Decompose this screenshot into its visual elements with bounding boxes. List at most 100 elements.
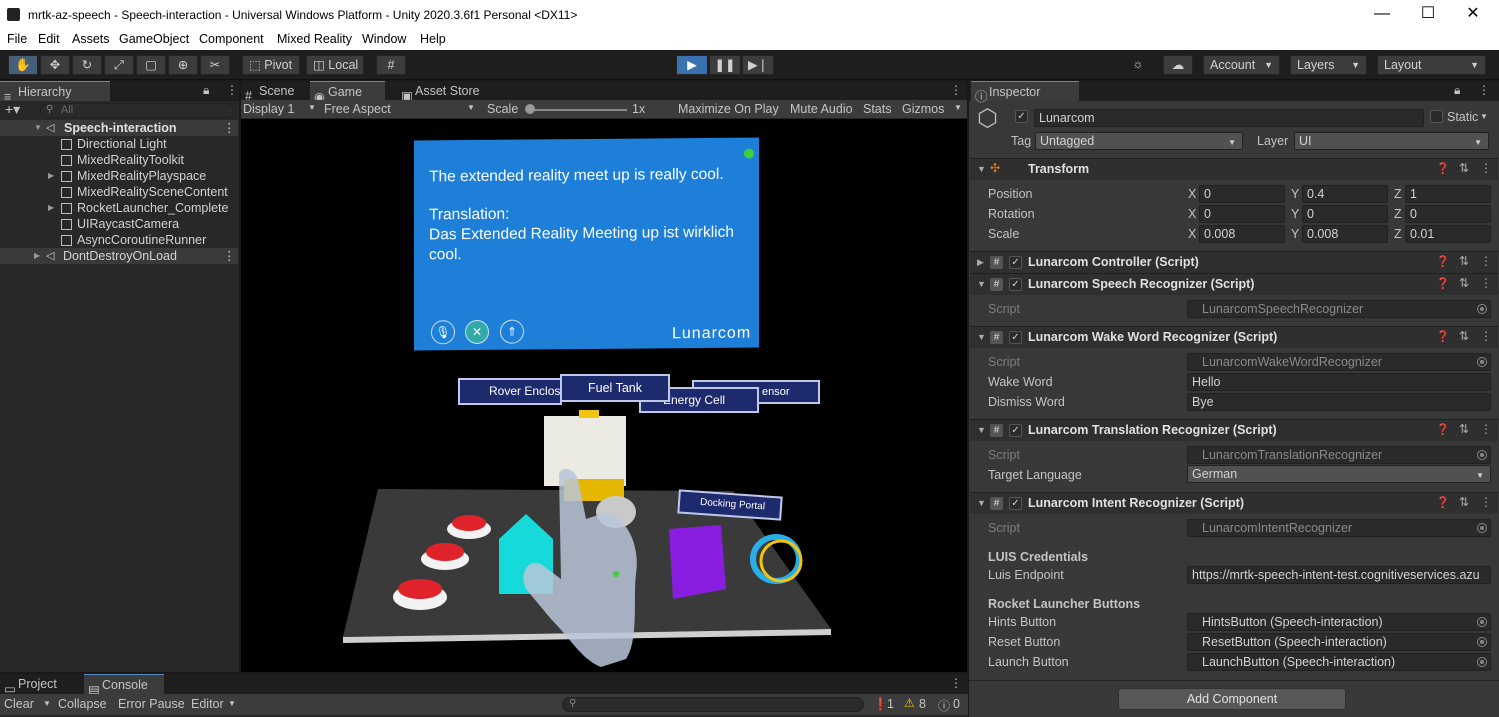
object-picker-icon[interactable]: [1477, 657, 1487, 667]
component-enabled-checkbox[interactable]: ✓: [1009, 256, 1022, 269]
layer-dropdown[interactable]: UI ▼: [1294, 132, 1489, 150]
foldout-arrow-icon[interactable]: ▼: [977, 279, 986, 289]
luis-endpoint-input[interactable]: https://mrtk-speech-intent-test.cognitiv…: [1187, 566, 1491, 584]
layers-dropdown[interactable]: Layers ▼: [1290, 55, 1367, 75]
scale-y-field[interactable]: 0.008: [1302, 225, 1388, 243]
display-dropdown[interactable]: Display 1: [243, 102, 294, 116]
preset-icon[interactable]: ⇅: [1459, 495, 1469, 509]
error-pause-toggle[interactable]: Error Pause: [118, 697, 185, 711]
help-icon[interactable]: ❓: [1436, 277, 1450, 290]
component-enabled-checkbox[interactable]: ✓: [1009, 331, 1022, 344]
kebab-menu-icon[interactable]: ⋮: [1480, 329, 1492, 343]
menu-component[interactable]: Component: [199, 30, 264, 46]
scale-tool-button[interactable]: ⤢: [104, 55, 134, 75]
mute-audio-toggle[interactable]: Mute Audio: [790, 102, 853, 116]
local-toggle[interactable]: ◫ Local: [306, 55, 364, 75]
gizmos-toggle[interactable]: Gizmos: [902, 102, 944, 116]
foldout-arrow-icon[interactable]: ▼: [977, 332, 986, 342]
expand-arrow-icon[interactable]: ▶: [34, 248, 40, 264]
preset-icon[interactable]: ⇅: [1459, 276, 1469, 290]
clear-button[interactable]: Clear: [4, 697, 34, 711]
play-button[interactable]: ▶: [676, 55, 708, 75]
minimize-button[interactable]: —: [1359, 0, 1405, 30]
kebab-menu-icon[interactable]: ⋮: [1480, 422, 1492, 436]
close-button[interactable]: ✕: [1450, 0, 1496, 30]
rotation-y-field[interactable]: 0: [1302, 205, 1388, 223]
menu-edit[interactable]: Edit: [38, 30, 60, 46]
kebab-menu-icon[interactable]: ⋮: [950, 676, 962, 690]
help-icon[interactable]: ❓: [1436, 255, 1450, 268]
maximize-on-play-toggle[interactable]: Maximize On Play: [678, 102, 779, 116]
kebab-menu-icon[interactable]: ⋮: [1480, 161, 1492, 175]
expand-arrow-icon[interactable]: ▶: [48, 200, 54, 216]
tab-project[interactable]: ▭ Project: [0, 674, 78, 696]
tab-console[interactable]: ▤ Console: [84, 674, 164, 697]
active-checkbox[interactable]: ✓: [1015, 110, 1028, 123]
tab-scene[interactable]: # Scene: [241, 81, 307, 103]
static-checkbox[interactable]: [1430, 110, 1443, 123]
help-icon[interactable]: ❓: [1436, 330, 1450, 343]
help-icon[interactable]: ❓: [1436, 423, 1450, 436]
help-icon[interactable]: ❓: [1436, 496, 1450, 509]
rotation-x-field[interactable]: 0: [1199, 205, 1285, 223]
info-icon[interactable]: ⓘ: [938, 697, 950, 714]
component-enabled-checkbox[interactable]: ✓: [1009, 278, 1022, 291]
tab-asset-store[interactable]: ▣ Asset Store: [397, 81, 497, 103]
aspect-dropdown[interactable]: Free Aspect: [324, 102, 391, 116]
foldout-arrow-icon[interactable]: ▼: [977, 425, 986, 435]
console-search-input[interactable]: ⚲: [562, 697, 864, 712]
warning-icon[interactable]: ⚠: [904, 696, 915, 710]
hierarchy-item[interactable]: UIRaycastCamera: [0, 216, 238, 232]
position-x-field[interactable]: 0: [1199, 185, 1285, 203]
pause-button[interactable]: ❚❚: [709, 55, 741, 75]
add-icon[interactable]: +▾: [5, 101, 20, 118]
object-picker-icon[interactable]: [1477, 617, 1487, 627]
kebab-menu-icon[interactable]: ⋮: [1480, 276, 1492, 290]
preset-icon[interactable]: ⇅: [1459, 422, 1469, 436]
kebab-menu-icon[interactable]: ⋮: [1478, 83, 1490, 97]
hierarchy-item[interactable]: ▶ RocketLauncher_Complete: [0, 200, 238, 216]
rotate-tool-button[interactable]: ↻: [72, 55, 102, 75]
reset-button-field[interactable]: ResetButton (Speech-interaction): [1187, 633, 1491, 651]
kebab-menu-icon[interactable]: ⋮: [223, 120, 236, 136]
kebab-menu-icon[interactable]: ⋮: [1480, 254, 1492, 268]
tab-hierarchy[interactable]: ≡ Hierarchy: [0, 81, 110, 104]
stats-toggle[interactable]: Stats: [863, 102, 892, 116]
position-y-field[interactable]: 0.4: [1302, 185, 1388, 203]
object-picker-icon[interactable]: [1477, 637, 1487, 647]
tag-dropdown[interactable]: Untagged ▼: [1035, 132, 1243, 150]
menu-mixed-reality[interactable]: Mixed Reality: [277, 30, 352, 46]
hierarchy-item[interactable]: MixedRealityToolkit: [0, 152, 238, 168]
tab-game[interactable]: ◉ Game: [310, 81, 385, 104]
wake-word-header[interactable]: ▼ # ✓ Lunarcom Wake Word Recognizer (Scr…: [970, 326, 1498, 348]
menu-help[interactable]: Help: [420, 30, 446, 46]
launch-button-field[interactable]: LaunchButton (Speech-interaction): [1187, 653, 1491, 671]
object-picker-icon[interactable]: [1477, 450, 1487, 460]
object-picker-icon[interactable]: [1477, 357, 1487, 367]
menu-assets[interactable]: Assets: [72, 30, 110, 46]
editor-dropdown[interactable]: Editor: [191, 697, 224, 711]
rotation-z-field[interactable]: 0: [1405, 205, 1491, 223]
account-dropdown[interactable]: Account ▼: [1203, 55, 1280, 75]
component-enabled-checkbox[interactable]: ✓: [1009, 424, 1022, 437]
hierarchy-item[interactable]: Directional Light: [0, 136, 238, 152]
lock-icon[interactable]: 🔒︎: [1454, 83, 1460, 98]
hierarchy-search-input[interactable]: ⚲ All: [40, 103, 234, 118]
help-icon[interactable]: ❓: [1436, 162, 1450, 175]
scale-slider-handle[interactable]: [525, 104, 535, 114]
cloud-button[interactable]: ☁: [1163, 55, 1193, 75]
hints-button-field[interactable]: HintsButton (Speech-interaction): [1187, 613, 1491, 631]
position-z-field[interactable]: 1: [1405, 185, 1491, 203]
target-language-dropdown[interactable]: German ▼: [1187, 465, 1491, 483]
lock-icon[interactable]: 🔒︎: [203, 83, 209, 98]
menu-file[interactable]: File: [7, 30, 27, 46]
transform-header[interactable]: ▼ ✣ Transform ❓ ⇅ ⋮: [970, 158, 1498, 180]
tab-inspector[interactable]: ⓘ Inspector: [971, 81, 1079, 104]
kebab-menu-icon[interactable]: ⋮: [950, 83, 962, 97]
foldout-arrow-icon[interactable]: ▼: [977, 164, 986, 174]
move-tool-button[interactable]: ✥: [40, 55, 70, 75]
hierarchy-item[interactable]: ▶ MixedRealityPlayspace: [0, 168, 238, 184]
kebab-menu-icon[interactable]: ⋮: [226, 83, 238, 97]
dismiss-word-input[interactable]: Bye: [1187, 393, 1491, 411]
translation-header[interactable]: ▼ # ✓ Lunarcom Translation Recognizer (S…: [970, 419, 1498, 441]
